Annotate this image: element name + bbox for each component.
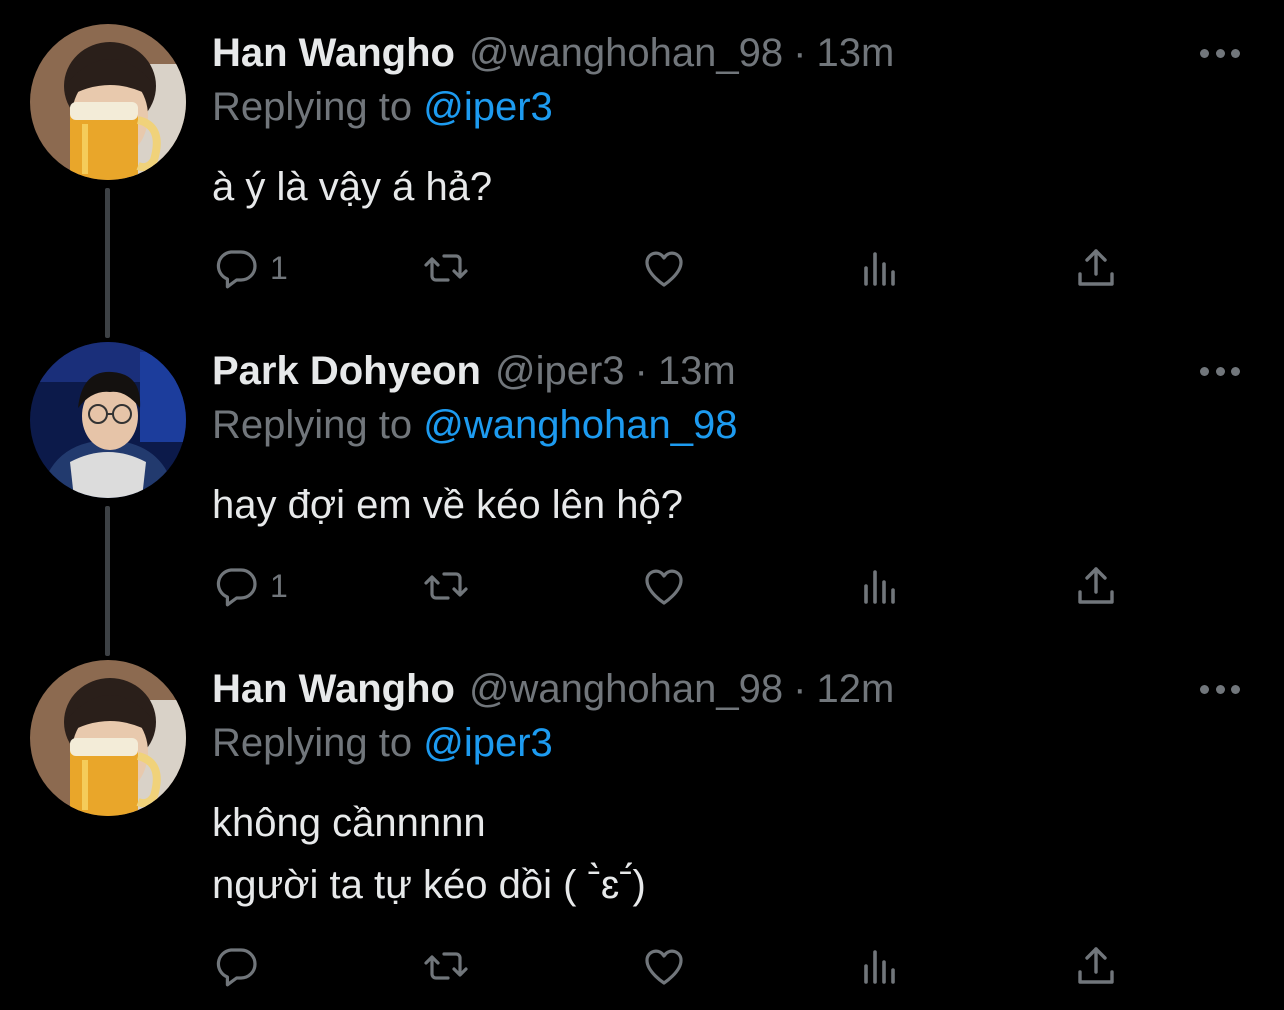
- user-handle[interactable]: @iper3: [495, 348, 625, 394]
- more-icon[interactable]: [1200, 38, 1240, 68]
- share-button[interactable]: [1072, 942, 1120, 990]
- retweet-button[interactable]: [422, 244, 470, 292]
- like-icon: [645, 949, 683, 985]
- share-button[interactable]: [1072, 244, 1120, 292]
- retweet-button[interactable]: [422, 942, 470, 990]
- tweet-text: không cầnnnnn người ta tự kéo dồi ( ˉ̀ɛˉ…: [212, 792, 646, 916]
- mention-link[interactable]: @wanghohan_98: [423, 403, 737, 447]
- replying-prefix: Replying to: [212, 403, 413, 447]
- display-name[interactable]: Park Dohyeon: [212, 348, 481, 394]
- views-button[interactable]: [856, 562, 904, 610]
- share-button[interactable]: [1072, 562, 1120, 610]
- beer-mug-selfie-avatar: [30, 24, 186, 180]
- replying-to: Replying to @iper3: [212, 84, 553, 130]
- like-icon: [645, 569, 683, 605]
- views-button[interactable]: [856, 942, 904, 990]
- reply-icon: [216, 948, 257, 987]
- views-icon: [864, 950, 895, 984]
- tweet-header: Han Wangho @wanghohan_98 · 13m: [212, 30, 894, 76]
- reply-icon: [216, 250, 257, 289]
- share-icon: [1078, 249, 1114, 286]
- tweet-header: Han Wangho @wanghohan_98 · 12m: [212, 666, 894, 712]
- more-icon[interactable]: [1200, 674, 1240, 704]
- views-icon: [864, 252, 895, 286]
- avatar[interactable]: [30, 342, 186, 498]
- reply-button[interactable]: 1: [212, 244, 288, 292]
- retweet-icon: [424, 952, 468, 980]
- retweet-icon: [424, 254, 468, 282]
- action-bar: 1: [212, 244, 1132, 292]
- replying-to: Replying to @wanghohan_98: [212, 402, 737, 448]
- display-name[interactable]: Han Wangho: [212, 30, 455, 76]
- share-icon: [1078, 947, 1114, 984]
- tweet-text: à ý là vậy á hả?: [212, 156, 492, 218]
- views-icon: [864, 570, 895, 604]
- tweet[interactable]: Han Wangho @wanghohan_98 · 13m Replying …: [0, 0, 1284, 318]
- like-button[interactable]: [640, 562, 688, 610]
- display-name[interactable]: Han Wangho: [212, 666, 455, 712]
- user-handle[interactable]: @wanghohan_98: [469, 666, 783, 712]
- tweet-text-line: người ta tự kéo dồi ( ˉ̀ɛˉ́): [212, 863, 646, 907]
- replying-to: Replying to @iper3: [212, 720, 553, 766]
- tweet[interactable]: Han Wangho @wanghohan_98 · 12m Replying …: [0, 636, 1284, 1010]
- action-bar: 1: [212, 562, 1132, 610]
- mention-link[interactable]: @iper3: [423, 85, 553, 129]
- avatar[interactable]: [30, 24, 186, 180]
- glasses-hoodie-avatar: [30, 342, 186, 498]
- action-bar: [212, 942, 1132, 990]
- replying-prefix: Replying to: [212, 721, 413, 765]
- like-button[interactable]: [640, 942, 688, 990]
- views-button[interactable]: [856, 244, 904, 292]
- reply-button[interactable]: [212, 942, 270, 990]
- like-button[interactable]: [640, 244, 688, 292]
- retweet-button[interactable]: [422, 562, 470, 610]
- tweet[interactable]: Park Dohyeon @iper3 · 13m Replying to @w…: [0, 318, 1284, 636]
- tweet-header: Park Dohyeon @iper3 · 13m: [212, 348, 736, 394]
- user-handle[interactable]: @wanghohan_98: [469, 30, 783, 76]
- avatar[interactable]: [30, 660, 186, 816]
- more-icon[interactable]: [1200, 356, 1240, 386]
- tweet-text-line: không cầnnnnn: [212, 801, 486, 845]
- separator: ·: [793, 31, 807, 75]
- replying-prefix: Replying to: [212, 85, 413, 129]
- separator: ·: [634, 349, 648, 393]
- like-icon: [645, 251, 683, 287]
- share-icon: [1078, 567, 1114, 604]
- timestamp[interactable]: 12m: [816, 666, 894, 712]
- reply-count: 1: [270, 249, 288, 286]
- reply-icon: [216, 568, 257, 607]
- mention-link[interactable]: @iper3: [423, 721, 553, 765]
- reply-count: 1: [270, 567, 288, 604]
- tweet-text: hay đợi em về kéo lên hộ?: [212, 474, 683, 536]
- beer-mug-selfie-avatar: [30, 660, 186, 816]
- tweet-text-line: à ý là vậy á hả?: [212, 165, 493, 209]
- reply-button[interactable]: 1: [212, 562, 288, 610]
- tweet-text-line: hay đợi em về kéo lên hộ?: [212, 483, 683, 527]
- timestamp[interactable]: 13m: [816, 30, 894, 76]
- separator: ·: [793, 667, 807, 711]
- timestamp[interactable]: 13m: [658, 348, 736, 394]
- retweet-icon: [424, 572, 468, 600]
